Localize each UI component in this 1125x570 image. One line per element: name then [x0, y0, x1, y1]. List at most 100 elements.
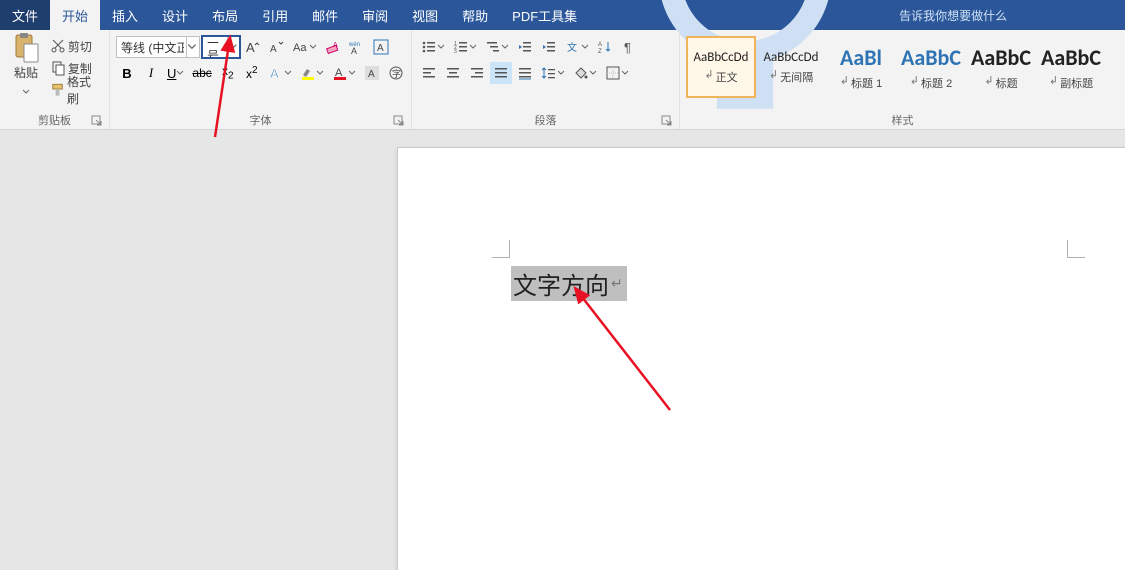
grow-font-icon: A [245, 39, 261, 55]
chevron-down-icon [557, 62, 565, 84]
multilevel-list-button[interactable] [482, 36, 512, 58]
font-name-combo[interactable]: 等线 (中文正文) [116, 36, 200, 58]
phonetic-guide-button[interactable]: wénA [346, 36, 368, 58]
document-workspace: 文字方向 ↵ [0, 130, 1125, 570]
font-name-value: 等线 (中文正文) [121, 39, 184, 56]
svg-text:A: A [377, 43, 384, 54]
group-font: 等线 (中文正文) 二号 A A Aa A wénA A B I U abc [110, 30, 412, 129]
character-border-button[interactable]: A [370, 36, 392, 58]
style-item[interactable]: AaBbCcDd↲ 正文 [686, 36, 756, 98]
distributed-button[interactable] [514, 62, 536, 84]
superscript-button[interactable]: x2 [241, 62, 263, 84]
paste-button[interactable]: 粘贴 [6, 32, 46, 103]
tab-help[interactable]: 帮助 [450, 0, 500, 30]
scissors-icon [50, 38, 66, 54]
chevron-down-icon [501, 36, 509, 58]
paste-dropdown-icon[interactable] [22, 81, 30, 103]
ribbon: 粘贴 剪切 复制 格式刷 剪贴板 [0, 30, 1125, 130]
tab-file[interactable]: 文件 [0, 0, 50, 30]
chevron-down-icon [581, 36, 589, 58]
bucket-icon [573, 65, 589, 81]
italic-button[interactable]: I [140, 62, 162, 84]
bold-button[interactable]: B [116, 62, 138, 84]
style-item[interactable]: AaBbC↲ 标题 2 [896, 36, 966, 98]
tab-view[interactable]: 视图 [400, 0, 450, 30]
shrink-font-button[interactable]: A [266, 36, 288, 58]
asian-layout-button[interactable]: 文 [562, 36, 592, 58]
align-center-icon [445, 65, 461, 81]
sort-button[interactable]: AZ [594, 36, 616, 58]
char-border-icon: A [373, 39, 389, 55]
bullets-button[interactable] [418, 36, 448, 58]
increase-indent-button[interactable] [538, 36, 560, 58]
chevron-down-icon [176, 62, 184, 84]
tab-insert[interactable]: 插入 [100, 0, 150, 30]
format-painter-icon [50, 82, 65, 98]
style-name-label: 副标题 [1060, 75, 1093, 91]
margin-corner-icon [492, 240, 510, 258]
format-painter-button[interactable]: 格式刷 [48, 80, 103, 100]
paragraph-mark-icon: ↲ [769, 68, 778, 81]
selected-text[interactable]: 文字方向 ↵ [511, 266, 627, 301]
text-effects-icon: A [268, 65, 284, 81]
clipboard-launcher-icon[interactable] [91, 115, 103, 127]
chevron-down-icon [621, 62, 629, 84]
strikethrough-button[interactable]: abc [189, 62, 214, 84]
svg-text:A: A [246, 40, 255, 55]
tab-design[interactable]: 设计 [150, 0, 200, 30]
group-clipboard: 粘贴 剪切 复制 格式刷 剪贴板 [0, 30, 110, 129]
group-paragraph-label: 段落 [535, 112, 557, 128]
align-right-icon [469, 65, 485, 81]
text-effects-button[interactable]: A [265, 62, 295, 84]
numbering-icon: 123 [453, 39, 469, 55]
paragraph-mark-icon: ↲ [840, 74, 849, 87]
svg-text:Aa: Aa [293, 42, 307, 54]
svg-text:¶: ¶ [624, 40, 631, 55]
highlight-icon [300, 65, 316, 81]
borders-button[interactable] [602, 62, 632, 84]
font-color-button[interactable]: A [329, 62, 359, 84]
align-right-button[interactable] [466, 62, 488, 84]
style-item[interactable]: AaBl↲ 标题 1 [826, 36, 896, 98]
decrease-indent-button[interactable] [514, 36, 536, 58]
tab-layout[interactable]: 布局 [200, 0, 250, 30]
char-shading-button[interactable]: A [361, 62, 383, 84]
paragraph-mark-icon: ↲ [984, 74, 993, 87]
align-left-button[interactable] [418, 62, 440, 84]
highlight-button[interactable] [297, 62, 327, 84]
underline-button[interactable]: U [164, 62, 187, 84]
shading-button[interactable] [570, 62, 600, 84]
cut-label: 剪切 [68, 38, 92, 55]
font-launcher-icon[interactable] [393, 115, 405, 127]
font-size-combo[interactable]: 二号 [202, 36, 240, 58]
numbering-button[interactable]: 123 [450, 36, 480, 58]
align-center-button[interactable] [442, 62, 464, 84]
svg-text:A: A [351, 46, 357, 55]
show-marks-button[interactable]: ¶ [618, 36, 640, 58]
tab-pdftools[interactable]: PDF工具集 [500, 0, 589, 30]
enclose-chars-button[interactable]: 字 [385, 62, 407, 84]
grow-font-button[interactable]: A [242, 36, 264, 58]
clear-formatting-button[interactable]: A [322, 36, 344, 58]
style-item[interactable]: AaBbCcDd↲ 无间隔 [756, 36, 826, 98]
style-name-label: 标题 2 [921, 75, 952, 91]
subscript-button[interactable]: x2 [217, 62, 239, 84]
format-painter-label: 格式刷 [67, 73, 101, 107]
cut-button[interactable]: 剪切 [48, 36, 103, 56]
tab-review[interactable]: 审阅 [350, 0, 400, 30]
enclose-icon: 字 [388, 65, 404, 81]
align-justify-button[interactable] [490, 62, 512, 84]
paragraph-launcher-icon[interactable] [661, 115, 673, 127]
change-case-button[interactable]: Aa [290, 36, 320, 58]
document-page[interactable]: 文字方向 ↵ [398, 148, 1125, 570]
line-spacing-button[interactable] [538, 62, 568, 84]
tell-me-search[interactable]: 告诉我你想要做什么 [595, 0, 1007, 30]
tab-mailings[interactable]: 邮件 [300, 0, 350, 30]
tab-home[interactable]: 开始 [50, 0, 100, 30]
style-preview: AaBl [840, 44, 882, 71]
svg-text:A: A [368, 69, 375, 80]
style-item[interactable]: AaBbC↲ 标题 [966, 36, 1036, 98]
styles-gallery[interactable]: AaBbCcDd↲ 正文AaBbCcDd↲ 无间隔AaBl↲ 标题 1AaBbC… [686, 32, 1106, 98]
tab-references[interactable]: 引用 [250, 0, 300, 30]
style-item[interactable]: AaBbC↲ 副标题 [1036, 36, 1106, 98]
